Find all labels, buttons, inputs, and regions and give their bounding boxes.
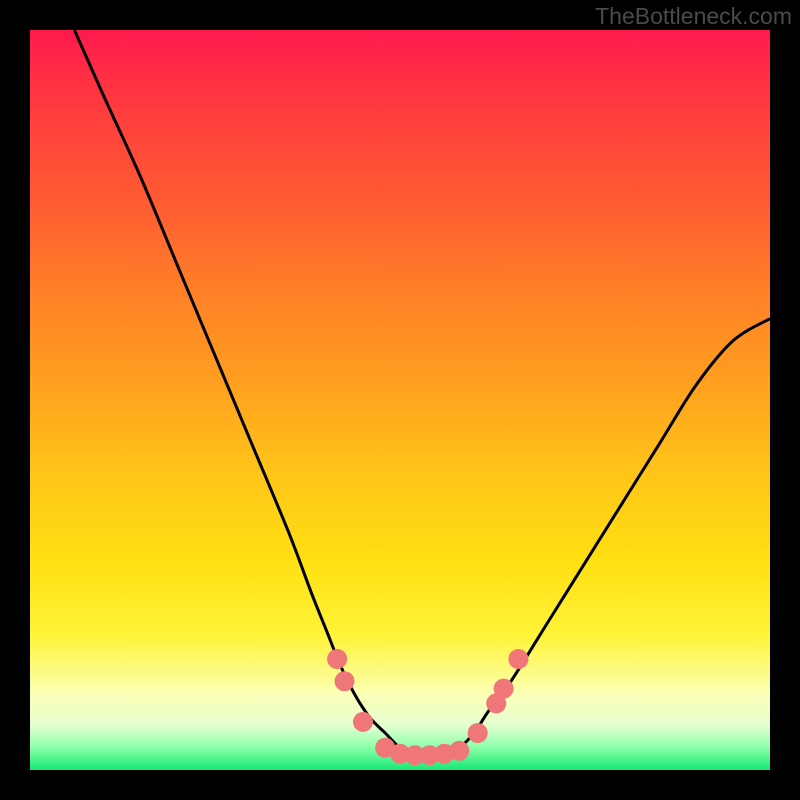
marker-dots	[327, 649, 528, 765]
marker-dot	[449, 741, 469, 761]
marker-dot	[335, 671, 355, 691]
chart-frame: TheBottleneck.com	[0, 0, 800, 800]
bottleneck-curve	[74, 30, 770, 756]
plot-area	[30, 30, 770, 770]
marker-dot	[468, 723, 488, 743]
marker-dot	[508, 649, 528, 669]
marker-dot	[494, 679, 514, 699]
marker-dot	[327, 649, 347, 669]
watermark-text: TheBottleneck.com	[595, 3, 792, 30]
marker-dot	[353, 712, 373, 732]
curve-svg	[30, 30, 770, 770]
